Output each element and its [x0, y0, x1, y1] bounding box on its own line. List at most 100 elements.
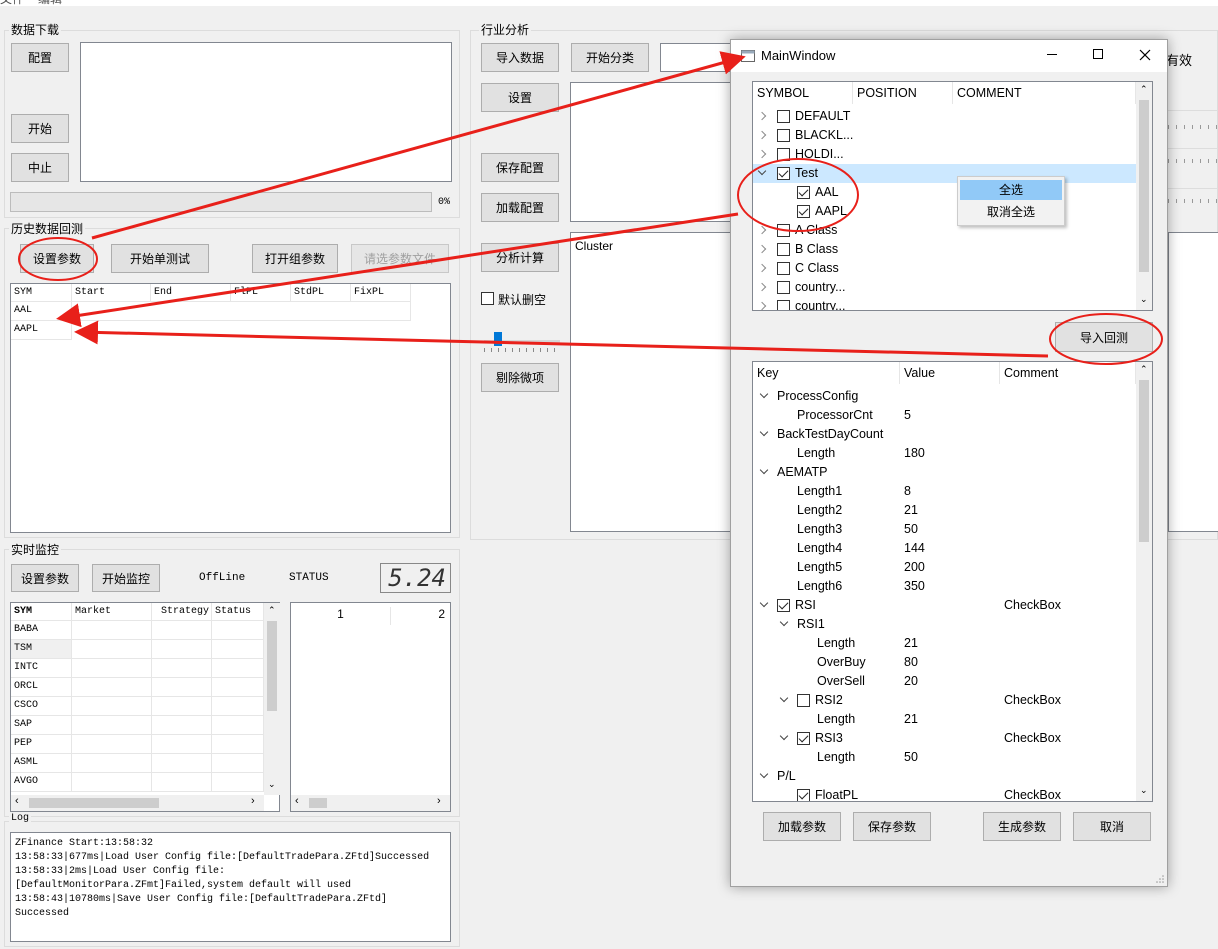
param-value[interactable]: 200 [904, 558, 925, 577]
table-row[interactable] [72, 735, 152, 754]
param-value[interactable]: 50 [904, 748, 918, 767]
param-tree-item[interactable]: Length 21 [753, 634, 1136, 653]
symbol-tree-item[interactable]: HOLDI... [753, 145, 1136, 164]
table-row[interactable] [72, 302, 411, 321]
bt-row-aapl[interactable]: AAPL [11, 321, 72, 340]
param-value[interactable]: 21 [904, 634, 918, 653]
import-data-button[interactable]: 导入数据 [481, 43, 559, 72]
scroll-down-icon[interactable]: ⌄ [268, 779, 276, 790]
monitor-table[interactable]: SYM Market Strategy Status BABA TSM INTC OR… [10, 602, 280, 812]
param-tree-item[interactable]: ProcessConfig [753, 387, 1136, 406]
log-box[interactable]: ZFinance Start:13:58:32 13:58:33|677ms|L… [10, 832, 451, 942]
import-backtest-button[interactable]: 导入回测 [1055, 322, 1153, 352]
table-row[interactable] [212, 735, 264, 754]
monitor-row-sym[interactable]: TSM [11, 640, 72, 659]
scroll-up-icon[interactable]: ⌃ [268, 605, 276, 616]
symbol-vscroll-thumb[interactable] [1139, 100, 1149, 272]
monitor-row-sym[interactable]: AVGO [11, 773, 72, 792]
table-row[interactable] [212, 621, 264, 640]
deselect-all-menu-item[interactable]: 取消全选 [960, 202, 1062, 222]
table-row[interactable] [152, 621, 212, 640]
minimize-icon[interactable] [1047, 54, 1057, 55]
param-tree-item[interactable]: OverBuy 80 [753, 653, 1136, 672]
monitor-row-sym[interactable]: PEP [11, 735, 72, 754]
settings-button[interactable]: 设置 [481, 83, 559, 112]
checkbox-icon[interactable] [777, 224, 790, 237]
start-button[interactable]: 开始 [11, 114, 69, 143]
industry-top-box[interactable] [570, 82, 740, 222]
generate-params-button[interactable]: 生成参数 [983, 812, 1061, 841]
chevron-right-icon[interactable] [757, 225, 767, 235]
monitor-row-sym[interactable]: ORCL [11, 678, 72, 697]
symbol-tree-item[interactable]: C Class [753, 259, 1136, 278]
scroll-left-icon[interactable]: ‹ [295, 795, 299, 807]
chevron-right-icon[interactable] [757, 282, 767, 292]
analyze-button[interactable]: 分析计算 [481, 243, 559, 272]
symbol-tree-item[interactable]: AAL [753, 183, 1136, 202]
params-vscroll[interactable]: ⌃ ⌄ [1136, 362, 1152, 801]
monitor-hscroll-thumb[interactable] [29, 798, 159, 808]
monitor-row-sym[interactable]: ASML [11, 754, 72, 773]
param-tree-item[interactable]: OverSell 20 [753, 672, 1136, 691]
chevron-down-icon[interactable] [759, 465, 769, 475]
checkbox-icon[interactable] [797, 732, 810, 745]
right-hscroll[interactable]: ‹ › [291, 795, 450, 811]
param-tree-item[interactable]: Length 180 [753, 444, 1136, 463]
config-button[interactable]: 配置 [11, 43, 69, 72]
table-row[interactable] [152, 735, 212, 754]
monitor-vscroll[interactable]: ⌃ ⌄ [264, 603, 280, 795]
param-value[interactable]: 8 [904, 482, 911, 501]
table-row[interactable] [152, 754, 212, 773]
monitor-row-sym[interactable]: SAP [11, 716, 72, 735]
load-config-button[interactable]: 加载配置 [481, 193, 559, 222]
save-params-button[interactable]: 保存参数 [853, 812, 931, 841]
chevron-down-icon[interactable] [779, 617, 789, 627]
table-row[interactable] [212, 754, 264, 773]
param-value[interactable]: 50 [904, 520, 918, 539]
cancel-button[interactable]: 取消 [1073, 812, 1151, 841]
scroll-left-icon[interactable]: ‹ [15, 795, 19, 807]
chevron-right-icon[interactable] [757, 263, 767, 273]
param-value[interactable]: 350 [904, 577, 925, 596]
save-config-button[interactable]: 保存配置 [481, 153, 559, 182]
checkbox-icon[interactable] [777, 243, 790, 256]
menu-file[interactable]: 文件 [0, 0, 24, 7]
symbol-tree-item[interactable]: DEFAULT [753, 107, 1136, 126]
symbol-tree-item[interactable]: A Class [753, 221, 1136, 240]
single-test-button[interactable]: 开始单测试 [111, 244, 209, 273]
param-tree-item[interactable]: Length 21 [753, 710, 1136, 729]
download-log-box[interactable] [80, 42, 452, 182]
checkbox-icon[interactable] [777, 281, 790, 294]
params-tree[interactable]: Key Value Comment ProcessConfig Processor… [752, 361, 1153, 802]
select-all-menu-item[interactable]: 全选 [960, 180, 1062, 200]
param-tree-item[interactable]: AEMATP [753, 463, 1136, 482]
scroll-right-icon[interactable]: › [251, 795, 255, 807]
symbol-tree-item[interactable]: B Class [753, 240, 1136, 259]
right-slider-3[interactable] [1168, 188, 1218, 208]
param-value[interactable]: 21 [904, 710, 918, 729]
symbol-tree-item[interactable]: BLACKL... [753, 126, 1136, 145]
scroll-up-icon[interactable]: ⌃ [1140, 84, 1148, 95]
param-tree-item[interactable]: FloatPL CheckBox [753, 786, 1136, 801]
chevron-down-icon[interactable] [757, 166, 767, 176]
param-tree-item[interactable]: RSI3 CheckBox [753, 729, 1136, 748]
params-vscroll-thumb[interactable] [1139, 380, 1149, 542]
scroll-up-icon[interactable]: ⌃ [1140, 364, 1148, 375]
scroll-right-icon[interactable]: › [437, 795, 441, 807]
param-tree-item[interactable]: Length4 144 [753, 539, 1136, 558]
table-row[interactable] [72, 773, 152, 792]
table-row[interactable] [72, 754, 152, 773]
chevron-down-icon[interactable] [759, 427, 769, 437]
table-row[interactable] [212, 773, 264, 792]
table-row[interactable] [212, 659, 264, 678]
symbol-tree[interactable]: SYMBOL POSITION COMMENT DEFAULT BLACKL...… [752, 81, 1153, 311]
table-row[interactable] [72, 640, 152, 659]
symbol-tree-item[interactable]: country... [753, 278, 1136, 297]
monitor-set-params-button[interactable]: 设置参数 [11, 564, 79, 592]
right-slider-2[interactable] [1168, 148, 1218, 168]
param-value[interactable]: 144 [904, 539, 925, 558]
close-icon[interactable] [1139, 49, 1151, 61]
right-hscroll-thumb[interactable] [309, 798, 327, 808]
table-row[interactable] [152, 640, 212, 659]
checkbox-icon[interactable] [777, 148, 790, 161]
